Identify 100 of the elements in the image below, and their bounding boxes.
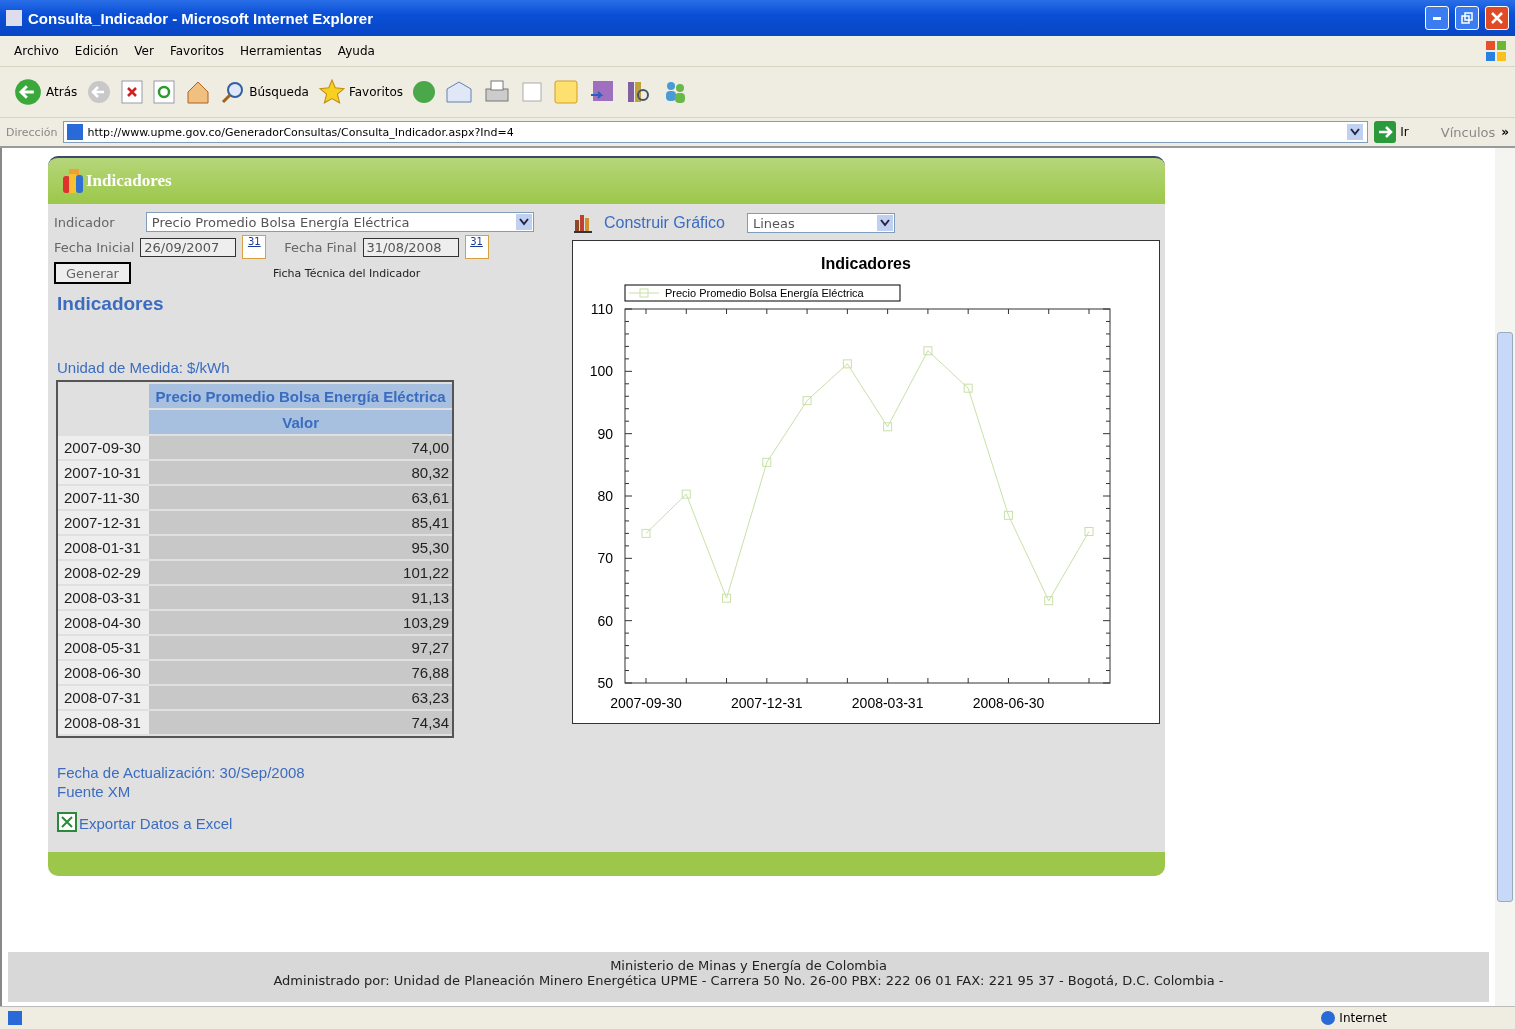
value-cell: 103,29 <box>149 611 452 634</box>
calendar-button[interactable]: 31 <box>464 235 489 259</box>
address-label: Dirección <box>6 125 58 139</box>
tech-sheet-link[interactable]: Ficha Técnica del Indicador <box>272 266 421 280</box>
end-date-field[interactable]: 31/08/2008 <box>362 237 459 257</box>
search-icon <box>221 80 246 104</box>
calendar-button[interactable]: 31 <box>242 235 267 259</box>
value-cell: 97,27 <box>149 636 452 659</box>
data-point <box>842 359 852 369</box>
y-tick-label: 110 <box>590 301 613 317</box>
panel-title: Indicadores <box>86 171 172 191</box>
home-icon[interactable] <box>185 79 212 105</box>
chart-legend: Precio Promedio Bolsa Energía Eléctrica <box>624 284 901 302</box>
y-tick-label: 80 <box>597 488 613 504</box>
window-title: Consulta_Indicador - Microsoft Internet Explorer <box>28 9 375 27</box>
menu-item[interactable]: Ayuda <box>331 44 381 58</box>
data-point <box>641 528 651 538</box>
close-button[interactable] <box>1485 6 1509 30</box>
value-cell: 76,88 <box>149 661 452 684</box>
menu-item[interactable]: Edición <box>68 44 125 58</box>
date-cell: 2008-01-31 <box>58 536 150 559</box>
value-cell: 80,32 <box>149 461 452 484</box>
data-point <box>1044 596 1054 606</box>
start-date-label: Fecha Inicial <box>54 239 135 255</box>
flag-logo <box>1485 40 1507 62</box>
chart-type-dropdown[interactable]: Lineas <box>746 213 895 233</box>
data-point <box>883 422 893 432</box>
generate-button[interactable]: Generar <box>54 262 131 284</box>
date-cell: 2007-10-31 <box>58 461 150 484</box>
favorites-button[interactable]: Favoritos <box>318 79 404 105</box>
legend-label: Precio Promedio Bolsa Energía Eléctrica <box>665 287 865 299</box>
footer-text: Administrado por: Unidad de Planeación Minero Energética UPME - Carrera 50 No. 26-00 PBX: 222 06 01 FAX: 221 95 37 - Bogotá, D.C. Colombia - <box>272 973 1225 988</box>
end-date-label: Fecha Final <box>284 239 357 255</box>
date-cell: 2008-02-29 <box>58 561 150 584</box>
caret-icon <box>519 218 529 226</box>
date-cell: 2007-09-30 <box>58 436 150 459</box>
indicator-label: Indicador <box>54 214 116 230</box>
build-chart-link[interactable]: Construir Gráfico <box>604 214 725 232</box>
stop-icon[interactable] <box>121 80 144 104</box>
close-icon <box>1491 12 1503 24</box>
y-tick-label: 60 <box>597 612 613 629</box>
data-point <box>762 457 772 467</box>
data-point <box>722 593 732 603</box>
scrollbar[interactable] <box>1495 148 1515 1006</box>
x-tick-label: 2007-09-30 <box>610 695 682 711</box>
research-icon[interactable] <box>625 79 652 105</box>
search-button[interactable]: Búsqueda <box>221 80 309 104</box>
date-cell: 2007-12-31 <box>58 511 150 534</box>
caret-icon <box>1350 128 1361 136</box>
data-point <box>1003 510 1013 520</box>
print-icon[interactable] <box>483 79 512 105</box>
export-link[interactable]: Exportar Datos a Excel <box>79 815 233 832</box>
value-cell: 85,41 <box>149 511 452 534</box>
x-tick-label: 2008-03-31 <box>851 695 924 711</box>
more-chevron[interactable]: » <box>1501 125 1509 139</box>
y-tick-label: 100 <box>589 363 613 380</box>
start-date-field[interactable]: 26/09/2007 <box>140 237 237 257</box>
bar-chart-icon[interactable] <box>572 212 594 234</box>
refresh-icon[interactable] <box>153 80 176 104</box>
source-text: Fuente XM <box>57 783 132 800</box>
globe-icon <box>1321 1011 1336 1025</box>
y-tick-label: 50 <box>597 675 613 691</box>
logo-icon <box>62 168 84 194</box>
footer-text: Ministerio de Minas y Energía de Colombia <box>609 958 888 973</box>
unit-label: Unidad de Medida: $/kWh <box>57 359 230 376</box>
x-tick-label: 2007-12-31 <box>731 695 803 711</box>
data-point <box>963 383 973 393</box>
section-heading: Indicadores <box>57 293 164 314</box>
y-tick-label: 70 <box>597 550 613 567</box>
data-point <box>923 346 933 356</box>
date-cell: 2007-11-30 <box>58 486 150 509</box>
back-button[interactable]: Atrás <box>14 78 78 106</box>
minimize-icon <box>1433 16 1441 20</box>
restore-button[interactable] <box>1455 6 1479 30</box>
y-tick-label: 90 <box>597 425 613 442</box>
indicator-dropdown[interactable]: Precio Promedio Bolsa Energía Eléctrica <box>145 212 534 232</box>
date-cell: 2008-07-31 <box>58 686 150 709</box>
menu-item[interactable]: Ver <box>128 44 160 58</box>
mail-icon[interactable] <box>445 80 474 104</box>
address-field[interactable]: http://www.upme.gov.co/GeneradorConsultas/Consulta_Indicador.aspx?Ind=4 <box>63 121 1369 143</box>
x-tick-label: 2008-06-30 <box>972 695 1045 711</box>
minimize-button[interactable] <box>1425 6 1449 30</box>
star-icon <box>318 79 345 105</box>
menu-item[interactable]: Favoritos <box>163 44 231 58</box>
go-button[interactable]: Ir <box>1374 121 1409 143</box>
date-cell: 2008-04-30 <box>58 611 150 634</box>
value-cell: 74,00 <box>149 436 452 459</box>
value-cell: 101,22 <box>149 561 452 584</box>
date-cell: 2008-06-30 <box>58 661 150 684</box>
spreadsheet-icon[interactable] <box>57 812 77 832</box>
menu-item[interactable]: Archivo <box>8 44 65 58</box>
date-cell: 2008-03-31 <box>58 586 150 609</box>
restore-icon <box>1461 12 1473 24</box>
value-cell: 91,13 <box>149 586 452 609</box>
date-cell: 2008-08-31 <box>58 711 150 734</box>
zone-text: Internet <box>1339 1011 1387 1025</box>
menu-item[interactable]: Herramientas <box>234 44 328 58</box>
data-point <box>681 489 691 499</box>
value-cell: 63,61 <box>149 486 452 509</box>
data-point <box>802 396 812 406</box>
